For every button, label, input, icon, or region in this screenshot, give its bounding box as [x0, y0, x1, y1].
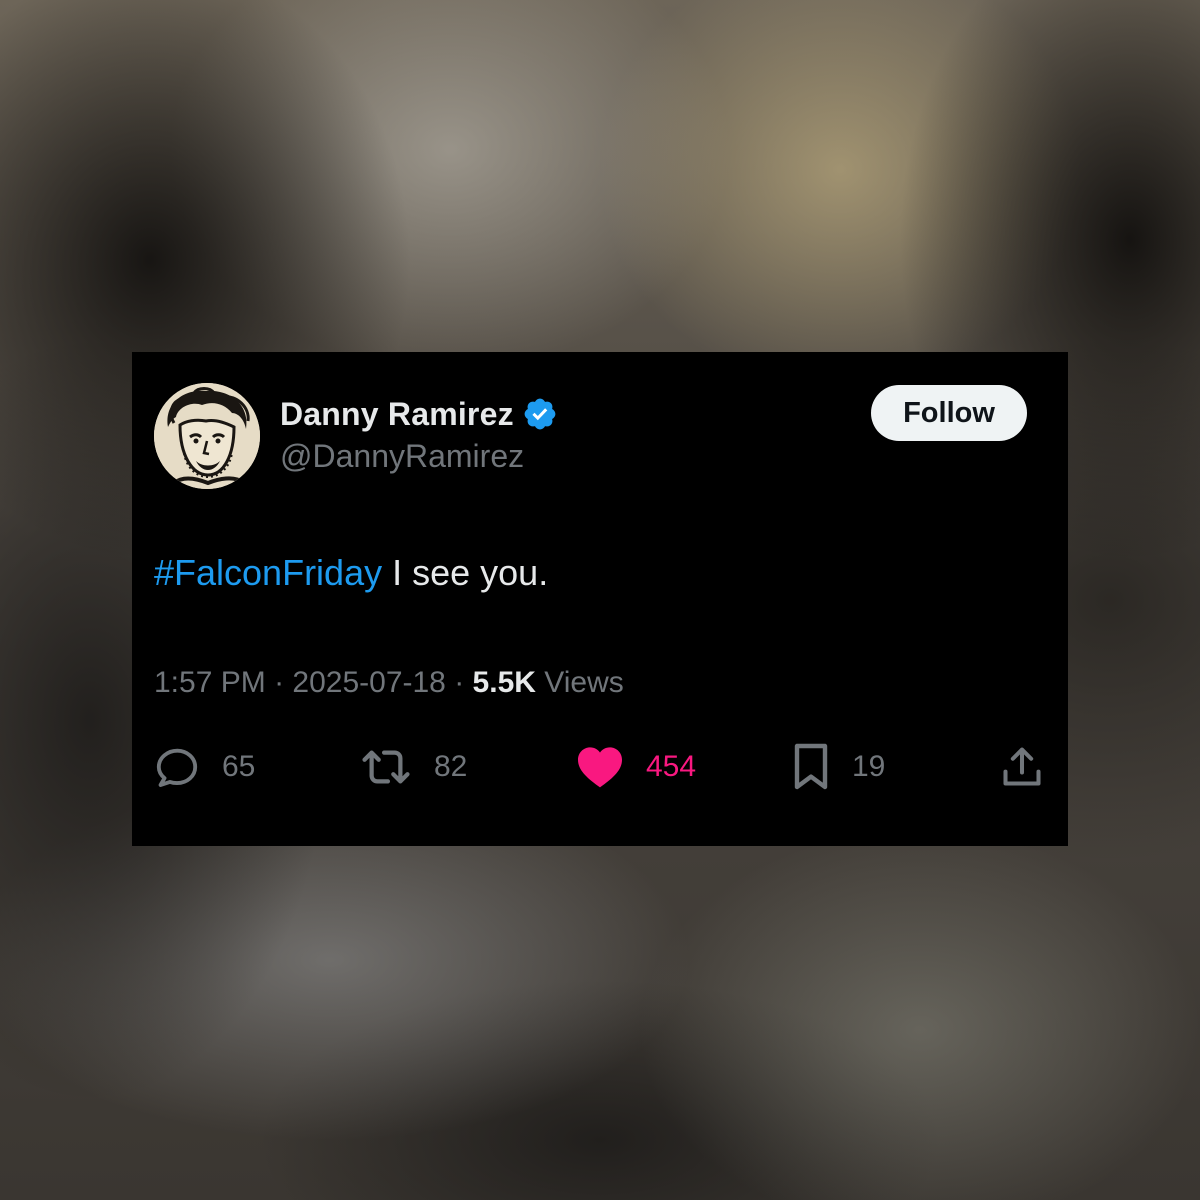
like-count: 454 — [646, 750, 697, 783]
views-count: 5.5K — [472, 666, 536, 699]
reply-count: 65 — [222, 750, 256, 783]
follow-button[interactable]: Follow — [871, 385, 1027, 441]
views-label: Views — [535, 666, 624, 699]
tweet-date[interactable]: 2025-07-18 — [292, 666, 445, 699]
bookmark-icon — [794, 743, 828, 790]
repost-icon — [362, 750, 410, 784]
author-display-name[interactable]: Danny Ramirez — [280, 396, 514, 433]
meta-separator: · — [265, 666, 293, 699]
tweet-text: #FalconFriday I see you. — [154, 552, 548, 594]
heart-icon — [578, 747, 622, 788]
tweet-time[interactable]: 1:57 PM — [154, 666, 266, 699]
hashtag-link[interactable]: #FalconFriday — [154, 552, 382, 593]
repost-button[interactable]: 82 — [360, 744, 467, 790]
avatar[interactable] — [154, 383, 260, 489]
tweet-body-text: I see you. — [382, 552, 549, 593]
author-handle[interactable]: @DannyRamirez — [280, 438, 524, 475]
share-button[interactable] — [1000, 744, 1044, 790]
reply-icon — [156, 748, 198, 787]
tweet-card: Danny Ramirez @DannyRamirez Follow #Falc… — [132, 352, 1068, 846]
share-icon — [1003, 747, 1041, 786]
reply-button[interactable]: 65 — [154, 744, 255, 790]
bookmark-button[interactable]: 19 — [792, 743, 886, 790]
meta-separator: · — [445, 666, 473, 699]
repost-count: 82 — [434, 750, 468, 783]
author-name-row: Danny Ramirez — [280, 392, 558, 436]
tweet-meta: 1:57 PM · 2025-07-18 · 5.5K Views — [154, 666, 624, 700]
bookmark-count: 19 — [852, 750, 886, 783]
verified-badge-icon — [524, 398, 556, 430]
like-button[interactable]: 454 — [576, 744, 696, 790]
